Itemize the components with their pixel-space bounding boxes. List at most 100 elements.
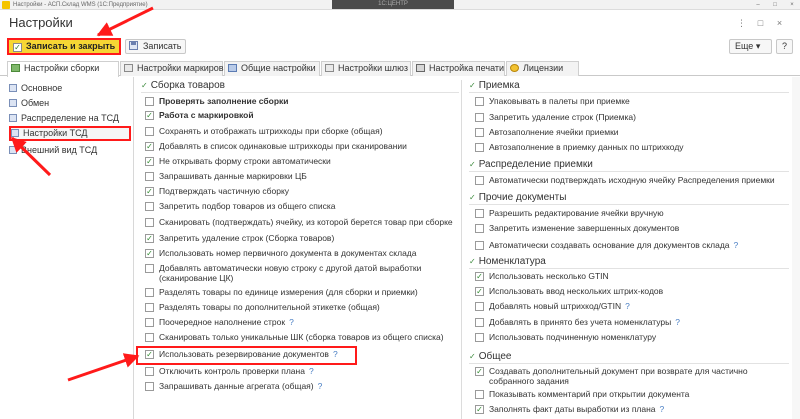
settings-option-row[interactable]: ✓ Заполнять факт даты выработки из плана? (475, 404, 790, 416)
settings-option-row[interactable]: Автоматически создавать основание для до… (475, 240, 790, 252)
assembly-option-row[interactable]: ✓ Работа с маркировкой (145, 110, 457, 122)
settings-option-row[interactable]: Упаковывать в палеты при приемке (475, 96, 790, 108)
checkbox-unchecked[interactable] (475, 318, 484, 327)
checkbox-unchecked[interactable] (145, 202, 154, 211)
assembly-option-row[interactable]: ✓ Использовать номер первичного документа… (145, 248, 457, 260)
help-icon[interactable]: ? (734, 240, 739, 250)
assembly-option-row[interactable]: ✓ Не открывать форму строки автоматически (145, 156, 457, 168)
assembly-option-row[interactable]: Разделять товары по дополнительной этике… (145, 302, 457, 314)
checkbox-checked[interactable]: ✓ (475, 367, 484, 376)
settings-option-row[interactable]: ✓ Использовать несколько GTIN (475, 271, 790, 283)
save-button[interactable]: Записать (125, 39, 186, 54)
close-icon[interactable]: × (788, 0, 796, 10)
help-icon[interactable]: ? (660, 404, 665, 414)
nav-item-exchange[interactable]: Обмен (9, 96, 131, 111)
help-icon[interactable]: ? (289, 317, 294, 327)
settings-option-row[interactable]: Разрешить редактирование ячейки вручную (475, 208, 790, 220)
tab-gateway-settings[interactable]: Настройки шлюз (321, 61, 411, 76)
assembly-option-row[interactable]: Запрашивать данные маркировки ЦБ (145, 171, 457, 183)
checkbox-unchecked[interactable] (475, 97, 484, 106)
assembly-option-row[interactable]: Сканировать (подтверждать) ячейку, из ко… (145, 217, 457, 229)
checkbox-unchecked[interactable] (145, 333, 154, 342)
settings-option-row[interactable]: Автозаполнение ячейки приемки (475, 127, 790, 139)
checkbox-unchecked[interactable] (145, 97, 154, 106)
checkbox-checked[interactable]: ✓ (475, 287, 484, 296)
checkbox-checked[interactable]: ✓ (475, 405, 484, 414)
assembly-option-row[interactable]: ✓ Запретить удаление строк (Сборка товаро… (145, 233, 457, 245)
checkbox-unchecked[interactable] (145, 318, 154, 327)
checkbox-checked[interactable]: ✓ (145, 187, 154, 196)
section-title[interactable]: ✓ Приемка (469, 80, 520, 92)
assembly-option-row[interactable]: Сохранять и отображать штрихкоды при сбо… (145, 126, 457, 138)
tab-licenses[interactable]: Лицензии (506, 61, 579, 76)
settings-option-row[interactable]: Использовать подчиненную номенклатуру (475, 332, 790, 344)
assembly-option-row[interactable]: ✓ Добавлять в список одинаковые штрихкоды… (145, 141, 457, 153)
checkbox-unchecked[interactable] (475, 390, 484, 399)
checkbox-unchecked[interactable] (475, 128, 484, 137)
section-title[interactable]: ✓ Прочие документы (469, 192, 566, 204)
assembly-option-row[interactable]: Проверять заполнение сборки (145, 96, 457, 108)
settings-option-row[interactable]: Добавлять в принято без учета номенклату… (475, 317, 790, 329)
assembly-option-row[interactable]: Добавлять автоматически новую строку с д… (145, 263, 457, 285)
nav-item-tsd-distribution[interactable]: Распределение на ТСД (9, 111, 131, 126)
help-icon[interactable]: ? (675, 317, 680, 327)
help-icon[interactable]: ? (625, 301, 630, 311)
settings-option-row[interactable]: Добавлять новый штрихкод/GTIN? (475, 301, 790, 313)
help-icon[interactable]: ? (318, 381, 323, 391)
assembly-option-row[interactable]: Разделять товары по единице измерения (д… (145, 287, 457, 299)
checkbox-unchecked[interactable] (145, 303, 154, 312)
checkbox-unchecked[interactable] (145, 172, 154, 181)
settings-option-row[interactable]: ✓ Использовать ввод нескольких штрих-кодо… (475, 286, 790, 298)
checkbox-unchecked[interactable] (145, 218, 154, 227)
assembly-option-row[interactable]: ✓ Подтверждать частичную сборку (145, 186, 457, 198)
checkbox-checked[interactable]: ✓ (145, 142, 154, 151)
nav-item-tsd-settings[interactable]: Настройки ТСД (9, 126, 131, 141)
tab-marking-settings[interactable]: Настройки маркировки (120, 61, 233, 76)
checkbox-unchecked[interactable] (475, 113, 484, 122)
section-title-assembly[interactable]: ✓ Сборка товаров (141, 80, 225, 92)
scrollbar[interactable] (792, 77, 800, 419)
assembly-option-row[interactable]: Отключить контроль проверки плана? (145, 366, 457, 378)
save-and-close-button[interactable]: ✓ Записать и закрыть (7, 38, 121, 55)
settings-option-row[interactable]: ✓ Создавать дополнительный документ при в… (475, 366, 790, 388)
checkbox-unchecked[interactable] (145, 382, 154, 391)
tab-print-settings[interactable]: Настройка печати (412, 61, 505, 76)
checkbox-unchecked[interactable] (475, 333, 484, 342)
settings-option-row[interactable]: Запретить удаление строк (Приемка) (475, 112, 790, 124)
checkbox-unchecked[interactable] (475, 209, 484, 218)
expand-icon[interactable]: □ (754, 17, 767, 30)
help-button[interactable]: ? (776, 39, 793, 54)
checkbox-checked[interactable]: ✓ (145, 157, 154, 166)
settings-option-row[interactable]: Автоматически подтверждать исходную ячей… (475, 175, 790, 187)
checkbox-unchecked[interactable] (145, 367, 154, 376)
form-close-icon[interactable]: × (773, 17, 786, 30)
assembly-option-row[interactable]: Запретить подбор товаров из общего списк… (145, 201, 457, 213)
nav-item-tsd-appearance[interactable]: Внешний вид ТСД (9, 143, 131, 158)
help-icon[interactable]: ? (309, 366, 314, 376)
tab-assembly-settings[interactable]: Настройки сборки (7, 61, 119, 77)
checkbox-unchecked[interactable] (145, 264, 154, 273)
assembly-option-row[interactable]: Сканировать только уникальные ШК (сборка… (145, 332, 457, 344)
minimize-icon[interactable]: – (754, 0, 762, 10)
checkbox-unchecked[interactable] (475, 241, 484, 250)
assembly-option-row[interactable]: Поочередное наполнение строк? (145, 317, 457, 329)
settings-option-row[interactable]: Запретить изменение завершенных документ… (475, 223, 790, 235)
section-title[interactable]: ✓ Номенклатура (469, 256, 546, 268)
checkbox-unchecked[interactable] (145, 288, 154, 297)
checkbox-unchecked[interactable] (475, 302, 484, 311)
maximize-icon[interactable]: □ (771, 0, 779, 10)
checkbox-checked[interactable]: ✓ (145, 234, 154, 243)
more-vertical-icon[interactable]: ⋮ (735, 17, 748, 30)
checkbox-unchecked[interactable] (145, 127, 154, 136)
more-button[interactable]: Еще ▾ (729, 39, 772, 54)
assembly-option-row[interactable]: Запрашивать данные агрегата (общая)? (145, 381, 457, 393)
settings-option-row[interactable]: Автозаполнение в приемку данных по штрих… (475, 142, 790, 154)
checkbox-checked[interactable]: ✓ (145, 111, 154, 120)
tab-general-settings[interactable]: Общие настройки (224, 61, 320, 76)
settings-option-row[interactable]: Показывать комментарий при открытии доку… (475, 389, 790, 401)
nav-item-main[interactable]: Основное (9, 81, 131, 96)
checkbox-checked[interactable]: ✓ (145, 249, 154, 258)
checkbox-unchecked[interactable] (475, 224, 484, 233)
checkbox-unchecked[interactable] (475, 176, 484, 185)
section-title[interactable]: ✓ Распределение приемки (469, 159, 593, 171)
